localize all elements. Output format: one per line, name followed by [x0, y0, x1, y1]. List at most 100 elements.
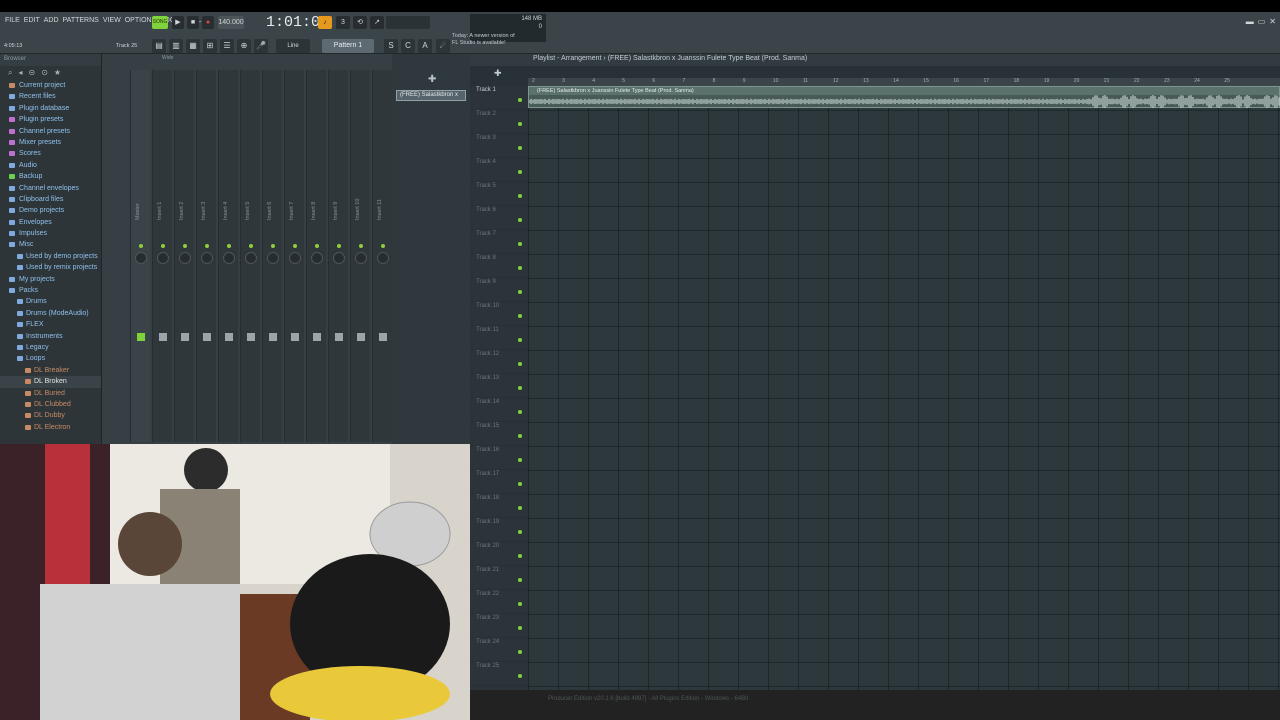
song-mode-toggle[interactable]: SONG — [152, 16, 168, 29]
browser-item[interactable]: Scores — [0, 148, 101, 159]
mixer-insert-channel[interactable]: Insert 3 — [196, 70, 216, 442]
track-mute-led[interactable] — [518, 290, 522, 294]
track-header[interactable]: Track 12 — [470, 350, 528, 374]
volume-fader[interactable] — [247, 333, 255, 341]
mute-led[interactable] — [381, 244, 385, 248]
audio-clip[interactable]: (FREE) Salastkbron x Juanssin Fulete Typ… — [528, 86, 1280, 108]
mixer-insert-channel[interactable]: Insert 9 — [328, 70, 348, 442]
mute-led[interactable] — [205, 244, 209, 248]
star-icon[interactable]: ★ — [54, 68, 61, 78]
zoom-icon[interactable]: ✚ — [494, 68, 502, 79]
volume-fader[interactable] — [313, 333, 321, 341]
track-header[interactable]: Track 7 — [470, 230, 528, 254]
shift-button[interactable]: S — [384, 39, 398, 53]
volume-fader[interactable] — [335, 333, 343, 341]
track-mute-led[interactable] — [518, 650, 522, 654]
browser-item[interactable]: FLEX — [0, 319, 101, 330]
browser-item[interactable]: Packs — [0, 285, 101, 296]
browser-item[interactable]: Channel envelopes — [0, 183, 101, 194]
browser-item[interactable]: DL Electron — [0, 422, 101, 433]
browser-item[interactable]: Backup — [0, 171, 101, 182]
track-header[interactable]: Track 20 — [470, 542, 528, 566]
browser-item[interactable]: Clipboard files — [0, 194, 101, 205]
volume-fader[interactable] — [137, 333, 145, 341]
browser-item[interactable]: Instruments — [0, 331, 101, 342]
track-mute-led[interactable] — [518, 314, 522, 318]
browser-item[interactable]: Plugin presets — [0, 114, 101, 125]
menu-patterns[interactable]: PATTERNS — [62, 17, 100, 24]
track-header[interactable]: Track 25 — [470, 662, 528, 686]
maximize-icon[interactable]: ▭ — [1258, 17, 1266, 26]
minimize-icon[interactable]: ▬ — [1246, 17, 1254, 26]
volume-fader[interactable] — [203, 333, 211, 341]
pan-knob[interactable] — [377, 252, 389, 264]
mute-led[interactable] — [337, 244, 341, 248]
mute-led[interactable] — [249, 244, 253, 248]
pan-knob[interactable] — [333, 252, 345, 264]
master-volume-slider[interactable] — [386, 16, 430, 29]
mixer-insert-channel[interactable]: Insert 7 — [284, 70, 304, 442]
mute-led[interactable] — [161, 244, 165, 248]
browser-item[interactable]: DL Dubby — [0, 410, 101, 421]
browser-item[interactable]: Audio — [0, 160, 101, 171]
track-header[interactable]: Track 17 — [470, 470, 528, 494]
pan-knob[interactable] — [201, 252, 213, 264]
browser-item[interactable]: Misc — [0, 239, 101, 250]
volume-fader[interactable] — [269, 333, 277, 341]
channel-slot[interactable]: (FREE) Salastkbron x — [396, 90, 466, 101]
mute-led[interactable] — [183, 244, 187, 248]
piano-roll-icon[interactable]: ▥ — [169, 39, 183, 53]
back-icon[interactable]: ◂ — [18, 68, 22, 78]
play-button[interactable]: ▶ — [172, 16, 184, 29]
ctrl-button[interactable]: C — [401, 39, 415, 53]
track-mute-led[interactable] — [518, 362, 522, 366]
news-panel[interactable]: Today: A newer version of FL Studio is a… — [452, 33, 515, 47]
track-header[interactable]: Track 18 — [470, 494, 528, 518]
plugin-picker-icon[interactable]: ⊕ — [237, 39, 251, 53]
track-mute-led[interactable] — [518, 122, 522, 126]
browser-item[interactable]: Channel presets — [0, 126, 101, 137]
track-header[interactable]: Track 23 — [470, 614, 528, 638]
track-mute-led[interactable] — [518, 386, 522, 390]
pan-knob[interactable] — [355, 252, 367, 264]
track-header[interactable]: Track 22 — [470, 590, 528, 614]
browser-item[interactable]: DL Breaker — [0, 365, 101, 376]
mute-led[interactable] — [359, 244, 363, 248]
search-icon[interactable]: ⌕ — [8, 68, 12, 78]
track-header[interactable]: Track 24 — [470, 638, 528, 662]
track-header[interactable]: Track 21 — [470, 566, 528, 590]
mixer-insert-channel[interactable]: Insert 6 — [262, 70, 282, 442]
collapse-icon[interactable]: ⊝ — [29, 68, 36, 78]
browser-item[interactable]: DL Clubbed — [0, 399, 101, 410]
track-header[interactable]: Track 13 — [470, 374, 528, 398]
pan-knob[interactable] — [289, 252, 301, 264]
tempo-display[interactable]: 140.000 — [218, 16, 244, 29]
menu-file[interactable]: FILE — [4, 17, 21, 24]
browser-item[interactable]: Demo projects — [0, 205, 101, 216]
track-mute-led[interactable] — [518, 146, 522, 150]
step-edit-button[interactable]: ↗ — [370, 16, 384, 29]
menu-edit[interactable]: EDIT — [23, 17, 41, 24]
mixer-insert-channel[interactable]: Insert 8 — [306, 70, 326, 442]
track-header[interactable]: Track 14 — [470, 398, 528, 422]
track-header[interactable]: Track 9 — [470, 278, 528, 302]
blend-notes-button[interactable]: 3 — [336, 16, 350, 29]
playlist-timeline[interactable]: 2 3 4 5 6 7 8 9 10 11 12 13 14 15 16 17 18 19 20 21 22 23 24 25 — [528, 78, 1280, 86]
browser-item[interactable]: Used by remix projects — [0, 262, 101, 273]
track-mute-led[interactable] — [518, 434, 522, 438]
channel-rack-icon[interactable]: ▦ — [186, 39, 200, 53]
menu-view[interactable]: VIEW — [102, 17, 122, 24]
snap-select[interactable]: Line — [276, 39, 310, 53]
track-header[interactable]: Track 4 — [470, 158, 528, 182]
track-mute-led[interactable] — [518, 602, 522, 606]
volume-fader[interactable] — [159, 333, 167, 341]
menu-add[interactable]: ADD — [43, 17, 60, 24]
view-icon[interactable]: ⊙ — [41, 68, 48, 78]
pan-knob[interactable] — [245, 252, 257, 264]
mixer-master-channel[interactable]: Master — [130, 70, 150, 442]
browser-icon[interactable]: ☰ — [220, 39, 234, 53]
mute-led[interactable] — [227, 244, 231, 248]
browser-item[interactable]: Mixer presets — [0, 137, 101, 148]
pan-knob[interactable] — [157, 252, 169, 264]
loop-record-button[interactable]: ⟲ — [353, 16, 367, 29]
